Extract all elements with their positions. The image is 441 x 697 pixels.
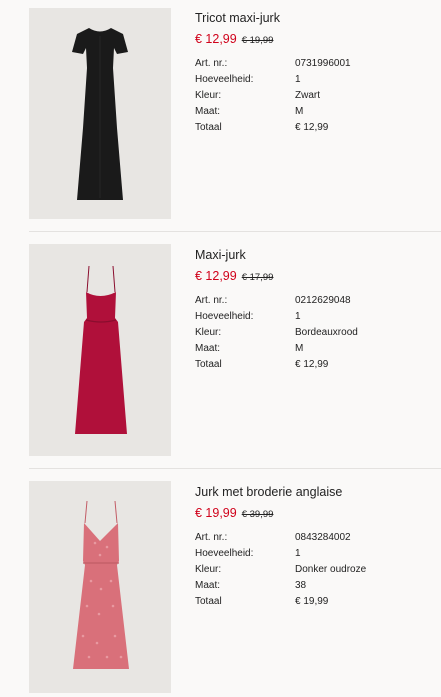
product-image[interactable] [29, 481, 171, 693]
detail-row-color: Kleur: Donker oudroze [195, 562, 435, 578]
detail-label: Maat: [195, 106, 221, 117]
original-price: € 39,99 [241, 509, 274, 520]
detail-label: Totaal [195, 122, 222, 133]
detail-row-size: Maat: M [195, 341, 435, 357]
price-block: € 12,99 € 17,99 [195, 268, 435, 284]
product-title[interactable]: Tricot maxi-jurk [195, 10, 435, 26]
detail-value: € 12,99 [295, 122, 329, 133]
detail-row-total: Totaal € 19,99 [195, 594, 435, 610]
detail-value: 38 [295, 580, 307, 591]
detail-row-quantity: Hoeveelheid: 1 [195, 72, 435, 88]
product-title[interactable]: Maxi-jurk [195, 247, 435, 263]
details-list: Art. nr.: 0843284002 Hoeveelheid: 1 Kleur:… [195, 530, 435, 610]
item-info: Maxi-jurk € 12,99 € 17,99 Art. nr.: 021262… [195, 247, 435, 373]
detail-row-total: Totaal € 12,99 [195, 120, 435, 136]
detail-value: 0843284002 [295, 532, 351, 543]
item-info: Tricot maxi-jurk € 12,99 € 19,99 Art. nr.… [195, 10, 435, 136]
detail-row-size: Maat: 38 [195, 578, 435, 594]
detail-row-quantity: Hoeveelheid: 1 [195, 546, 435, 562]
detail-label: Art. nr.: [195, 295, 228, 306]
details-list: Art. nr.: 0731996001 Hoeveelheid: 1 Kleur:… [195, 56, 435, 136]
detail-value: € 12,99 [295, 359, 329, 370]
detail-label: Kleur: [195, 327, 222, 338]
product-title[interactable]: Jurk met broderie anglaise [195, 484, 435, 500]
detail-value: 0212629048 [295, 295, 351, 306]
detail-row-size: Maat: M [195, 104, 435, 120]
detail-value: € 19,99 [295, 596, 329, 607]
detail-label: Totaal [195, 596, 222, 607]
detail-row-color: Kleur: Bordeauxrood [195, 325, 435, 341]
detail-label: Maat: [195, 580, 221, 591]
detail-label: Kleur: [195, 90, 222, 101]
product-image[interactable] [29, 244, 171, 456]
detail-label: Maat: [195, 343, 221, 354]
divider [29, 468, 441, 469]
original-price: € 19,99 [241, 35, 274, 46]
detail-value: 1 [295, 548, 301, 559]
detail-value: Bordeauxrood [295, 327, 358, 338]
sale-price: € 12,99 [195, 269, 237, 283]
burgundy-strappy-maxi-dress-icon [29, 244, 171, 456]
detail-label: Art. nr.: [195, 532, 228, 543]
detail-label: Kleur: [195, 564, 222, 575]
detail-label: Art. nr.: [195, 58, 228, 69]
detail-value: M [295, 106, 304, 117]
detail-value: 1 [295, 311, 301, 322]
item-info: Jurk met broderie anglaise € 19,99 € 39,9… [195, 484, 435, 610]
detail-value: 1 [295, 74, 301, 85]
detail-label: Totaal [195, 359, 222, 370]
sale-price: € 12,99 [195, 32, 237, 46]
pink-broderie-dress-icon [29, 481, 171, 693]
detail-row-article: Art. nr.: 0731996001 [195, 56, 435, 72]
detail-value: Donker oudroze [295, 564, 367, 575]
detail-label: Hoeveelheid: [195, 548, 254, 559]
detail-row-article: Art. nr.: 0212629048 [195, 293, 435, 309]
details-list: Art. nr.: 0212629048 Hoeveelheid: 1 Kleur:… [195, 293, 435, 373]
detail-row-article: Art. nr.: 0843284002 [195, 530, 435, 546]
price-block: € 12,99 € 19,99 [195, 31, 435, 47]
sale-price: € 19,99 [195, 506, 237, 520]
detail-row-quantity: Hoeveelheid: 1 [195, 309, 435, 325]
divider [29, 231, 441, 232]
detail-row-color: Kleur: Zwart [195, 88, 435, 104]
detail-value: 0731996001 [295, 58, 351, 69]
price-block: € 19,99 € 39,99 [195, 505, 435, 521]
product-image[interactable] [29, 8, 171, 219]
original-price: € 17,99 [241, 272, 274, 283]
detail-row-total: Totaal € 12,99 [195, 357, 435, 373]
detail-value: M [295, 343, 304, 354]
detail-value: Zwart [295, 90, 320, 101]
detail-label: Hoeveelheid: [195, 74, 254, 85]
black-tshirt-maxi-dress-icon [29, 8, 171, 219]
detail-label: Hoeveelheid: [195, 311, 254, 322]
